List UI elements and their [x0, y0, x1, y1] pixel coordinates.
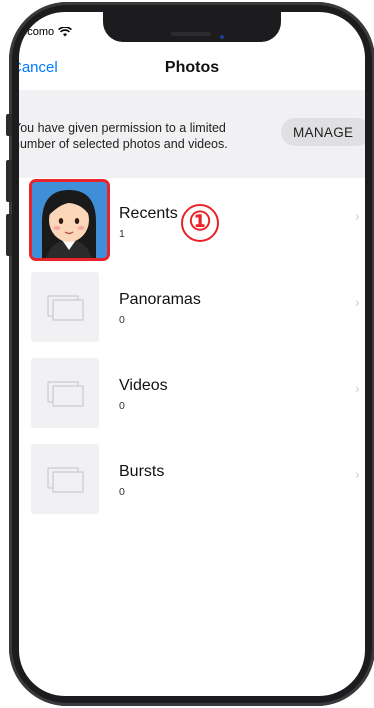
- status-bar: docomo: [19, 24, 73, 40]
- photo-stack-icon: [47, 467, 84, 493]
- recents-thumbnail: [29, 179, 110, 261]
- limited-access-banner: You have given permission to a limited n…: [19, 90, 365, 178]
- wifi-icon: [58, 27, 73, 37]
- album-row-recents[interactable]: Recents 1 ① ›: [19, 178, 365, 264]
- permission-line-2: number of selected photos and videos.: [19, 137, 228, 151]
- side-button-silent: [6, 114, 12, 136]
- chevron-right-icon: ›: [355, 466, 360, 482]
- album-count: 0: [119, 314, 125, 326]
- panoramas-thumbnail: [31, 272, 99, 342]
- chevron-right-icon: ›: [355, 294, 360, 310]
- avatar-illustration: [32, 182, 107, 258]
- album-count: 0: [119, 400, 125, 412]
- carrier-label: docomo: [19, 26, 55, 38]
- page-title: Photos: [164, 59, 220, 76]
- album-name: Bursts: [119, 463, 165, 480]
- phone-screen: docomo Cancel Photos You have given perm…: [19, 12, 365, 696]
- album-name: Recents: [119, 205, 178, 222]
- album-row-videos[interactable]: Videos 0 ›: [19, 350, 365, 436]
- album-count: 1: [119, 228, 125, 240]
- permission-message: You have given permission to a limited n…: [19, 120, 273, 152]
- photo-stack-icon: [47, 295, 84, 321]
- side-button-volume-down: [6, 214, 12, 256]
- manage-button[interactable]: MANAGE: [281, 118, 365, 146]
- album-count: 0: [119, 486, 125, 498]
- navigation-bar: Cancel Photos: [19, 52, 365, 82]
- chevron-right-icon: ›: [355, 380, 360, 396]
- videos-thumbnail: [31, 358, 99, 428]
- permission-line-1: You have given permission to a limited: [19, 121, 226, 135]
- album-row-panoramas[interactable]: Panoramas 0 ›: [19, 264, 365, 350]
- album-name: Videos: [119, 377, 168, 394]
- chevron-right-icon: ›: [355, 208, 360, 224]
- step-1-callout: ①: [181, 204, 219, 242]
- photo-stack-icon: [47, 381, 84, 407]
- side-button-volume-up: [6, 160, 12, 202]
- album-row-bursts[interactable]: Bursts 0 ›: [19, 436, 365, 522]
- notch: [103, 12, 281, 42]
- front-camera: [220, 35, 224, 39]
- album-list: Recents 1 ① › Panoramas 0 › Videos 0 › B…: [19, 178, 365, 522]
- bursts-thumbnail: [31, 444, 99, 514]
- speaker-grille: [171, 32, 211, 36]
- album-name: Panoramas: [119, 291, 201, 308]
